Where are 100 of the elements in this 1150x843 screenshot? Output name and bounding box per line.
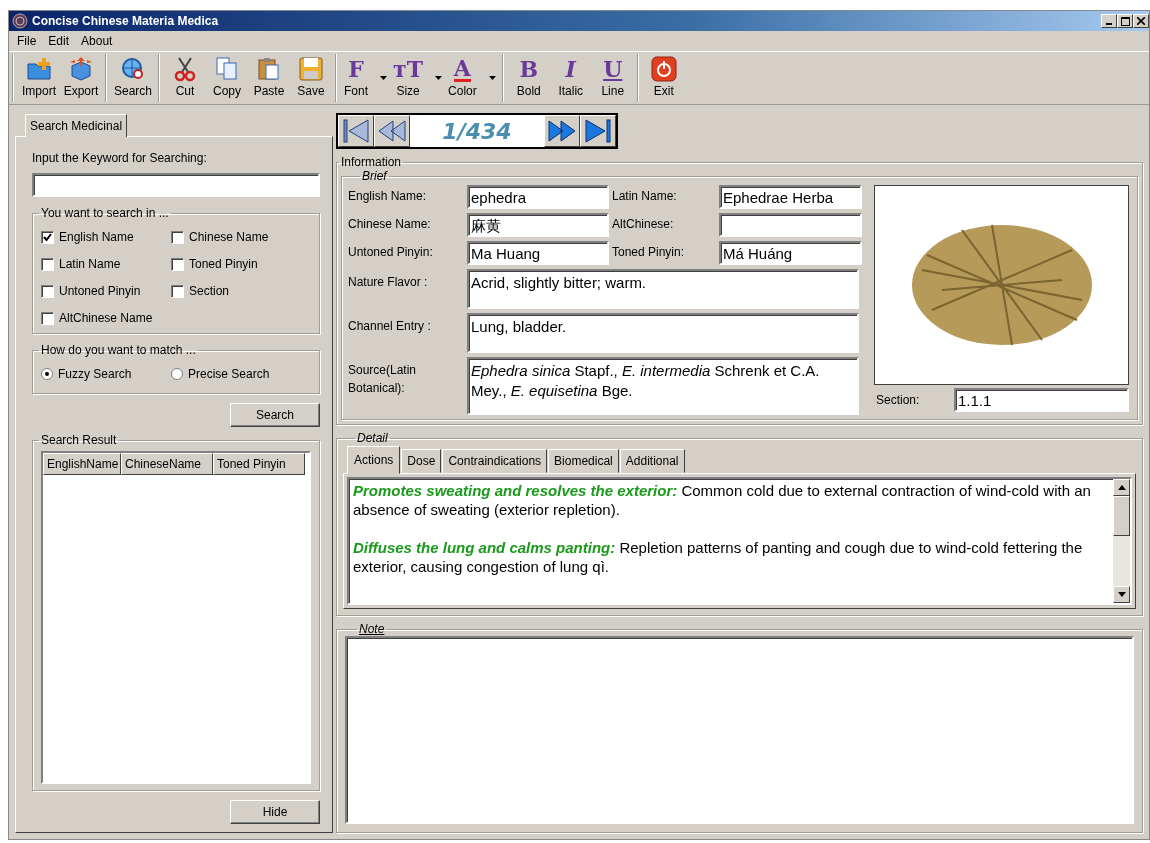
import-button[interactable]: Import [18,55,60,101]
checkbox-label: Untoned Pinyin [59,283,141,300]
checkbox-label: Latin Name [59,256,121,273]
rewind-icon [377,118,407,144]
cut-button[interactable]: Cut [164,55,207,101]
group-title: You want to search in ... [40,206,170,220]
field-label: Nature Flavor : [348,274,429,291]
field-label: Channel Entry : [348,318,432,335]
copy-button[interactable]: Copy [206,55,249,101]
field-label: Toned Pinyin: [612,244,686,261]
tab[interactable]: Additional [619,449,685,473]
group-title: How do you want to match ... [40,343,197,357]
scroll-up-icon[interactable] [1117,485,1126,490]
skip-first-icon [342,118,370,144]
column-header[interactable]: EnglishName [43,453,121,475]
first-record-button[interactable] [338,115,374,147]
menu-item[interactable]: File [11,32,43,50]
tab[interactable]: Actions [347,446,401,474]
radio-button[interactable] [171,368,183,380]
hide-button[interactable]: Hide [230,800,320,824]
checkbox[interactable] [41,311,54,325]
export-button[interactable]: Export [60,55,102,101]
checkbox-label: AltChinese Name [59,310,153,327]
group-title: Brief [361,169,389,183]
next-record-button[interactable] [544,115,580,147]
size-button[interactable]: ᴛT Size [390,55,446,101]
color-button[interactable]: A Color [445,55,499,101]
maximize-icon [1120,16,1130,26]
radio-label: Fuzzy Search [58,366,132,383]
checkbox[interactable] [171,284,184,298]
radio-button[interactable] [41,368,53,380]
keyword-field[interactable] [32,173,320,197]
underline-icon: U [603,56,623,82]
field-label: AltChinese: [612,216,675,233]
tab[interactable]: Dose [401,449,442,473]
group-title: Detail [356,431,389,445]
checkbox-label: English Name [59,229,134,246]
search-button[interactable]: Search [111,55,156,101]
last-record-button[interactable] [580,115,616,147]
text-field[interactable] [719,213,862,237]
scroll-down-icon[interactable] [1117,592,1126,597]
copy-icon [214,56,240,82]
section-field[interactable]: 1.1.1 [954,388,1129,412]
caret-icon [435,76,443,80]
keyword-label: Input the Keyword for Searching: [32,150,208,167]
text-field[interactable]: 麻黄 [467,213,609,237]
text-area[interactable]: Acrid, slightly bitter; warm. [467,269,859,309]
maximize-button[interactable] [1117,14,1133,28]
field-label: Chinese Name: [348,216,432,233]
section-label: Section: [875,392,921,409]
close-button[interactable] [1133,14,1149,28]
caret-icon [488,76,496,80]
text-field[interactable]: Má Huáng [719,241,862,265]
minimize-button[interactable] [1101,14,1117,28]
close-icon [1137,17,1145,25]
underline-button[interactable]: U Line [591,55,634,101]
menu-item[interactable]: Edit [42,32,76,50]
font-icon: F [348,56,364,82]
text-area[interactable]: Lung, bladder. [467,313,859,353]
text-field[interactable]: ephedra [467,185,609,209]
column-header[interactable]: ChineseName [121,453,213,475]
text-size-icon: ᴛT [393,56,424,82]
power-icon [650,56,677,82]
text-field[interactable]: Ephedrae Herba [719,185,862,209]
caret-icon [380,76,388,80]
app-logo-icon [12,13,28,29]
italic-button[interactable]: I Italic [549,55,592,101]
box-arrows-icon [68,56,94,82]
font-button[interactable]: F Font [341,55,391,101]
previous-record-button[interactable] [374,115,410,147]
bold-icon: B [519,56,539,82]
radio-label: Precise Search [188,366,270,383]
field-label: English Name: [348,188,428,205]
checkbox-label: Toned Pinyin [189,256,258,273]
vertical-scrollbar[interactable] [1113,479,1130,603]
tab[interactable]: Contraindications [442,449,548,473]
group-title: Note [358,622,386,636]
bold-button[interactable]: B Bold [507,55,550,101]
checkbox[interactable] [41,257,54,271]
window-title: Concise Chinese Materia Medica [32,13,219,30]
search-button[interactable]: Search [230,403,320,427]
checkbox[interactable] [171,230,184,244]
checkbox-label: Section [189,283,230,300]
search-icon [120,56,146,82]
group-title: Information [340,155,403,169]
paste-button[interactable]: Paste [248,55,291,101]
column-header[interactable]: Toned Pinyin [213,453,305,475]
group-title: Search Result [40,433,118,447]
tab[interactable]: Biomedical [548,449,619,473]
save-button[interactable]: Save [290,55,333,101]
exit-button[interactable]: Exit [642,55,685,101]
checkbox[interactable] [171,257,184,271]
skip-last-icon [584,118,612,144]
search-medicinal-tab[interactable]: Search Medicinal [25,114,128,137]
text-field[interactable]: Ma Huang [467,241,609,265]
checkbox[interactable] [41,284,54,298]
checkbox[interactable] [41,230,54,244]
text-area[interactable]: Ephedra sinica Stapf., E. intermedia Schrenk et C.A. Mey., E. equisetina Bge. [467,357,859,415]
folder-plus-icon [26,56,52,82]
menu-item[interactable]: About [75,32,119,50]
